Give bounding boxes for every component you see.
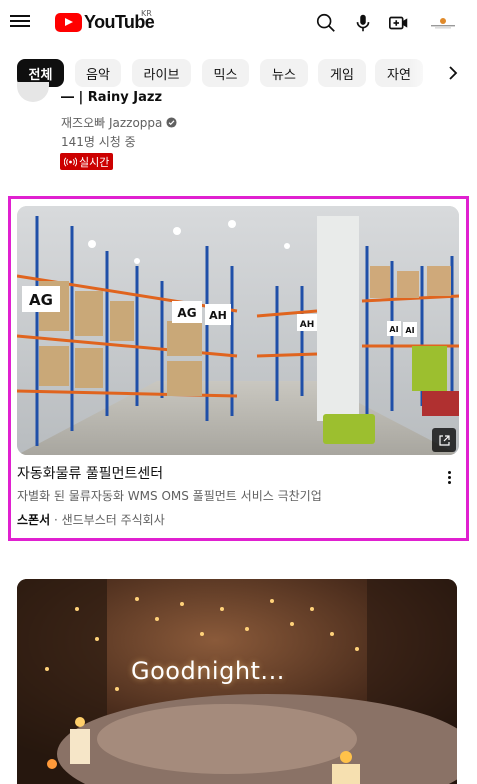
sponsor-label: 스폰서 [17, 513, 51, 527]
ad-sponsor-line: 스폰서 · 샌드부스터 주식회사 [17, 511, 165, 528]
advertiser-name: 샌드부스터 주식회사 [61, 513, 165, 527]
sponsored-ad-card[interactable]: AG AG AH AH AI AI 자동화물류 풀필먼트센터 자별화 된 물류자… [8, 196, 469, 541]
open-external-button[interactable] [432, 428, 456, 452]
ad-description: 자별화 된 물류자동화 WMS OMS 풀필먼트 서비스 극찬기업 [17, 489, 322, 503]
create-video-icon[interactable] [388, 12, 410, 34]
channel-name-text: 재즈오빠 Jazzoppa [61, 116, 163, 130]
chip-music[interactable]: 음악 [75, 59, 121, 87]
top-app-bar: YouTube KR [0, 0, 477, 46]
live-badge-label: 실시간 [79, 155, 110, 169]
channel-avatar[interactable] [17, 82, 49, 102]
search-icon[interactable] [315, 12, 337, 34]
menu-icon[interactable] [10, 12, 30, 32]
live-badge: 실시간 [60, 153, 114, 170]
meta-separator: · [50, 513, 62, 527]
youtube-logo[interactable]: YouTube [55, 11, 155, 33]
video-title[interactable]: ― | Rainy Jazz [61, 90, 162, 106]
warehouse-image: AG AG AH AH AI AI [17, 206, 459, 455]
thumbnail-overlay-text: Goodnight... [131, 657, 285, 685]
chip-news[interactable]: 뉴스 [260, 59, 308, 87]
sign-ag-2: AG [177, 306, 196, 320]
account-logo-icon [431, 18, 455, 29]
live-viewer-count: 141명 시청 중 [61, 135, 136, 149]
sign-ah-1: AH [209, 309, 227, 322]
channel-name[interactable]: 재즈오빠 Jazzoppa [61, 114, 177, 131]
ad-title[interactable]: 자동화물류 풀필먼트센터 [17, 463, 163, 483]
ad-thumbnail[interactable]: AG AG AH AH AI AI [17, 206, 459, 455]
sign-ag-1: AG [29, 291, 53, 309]
chevron-right-icon[interactable] [444, 64, 462, 82]
microphone-icon[interactable] [352, 12, 374, 34]
chip-mix[interactable]: 믹스 [202, 59, 249, 87]
sign-ah-2: AH [300, 320, 315, 330]
more-options-icon[interactable] [439, 467, 459, 487]
category-chip-bar: 전체 음악 라이브 믹스 뉴스 게임 자연 [0, 56, 477, 90]
live-broadcast-icon [64, 156, 77, 167]
account-avatar[interactable] [428, 9, 458, 37]
external-link-icon [438, 434, 450, 446]
video-thumbnail[interactable]: Goodnight... [17, 579, 457, 784]
chip-games[interactable]: 게임 [318, 59, 366, 87]
sign-ai-2: AI [405, 326, 414, 335]
chip-live[interactable]: 라이브 [132, 59, 191, 87]
region-code: KR [141, 9, 152, 18]
sign-ai-1: AI [389, 325, 398, 334]
verified-icon [166, 117, 177, 128]
youtube-play-icon [55, 12, 82, 32]
